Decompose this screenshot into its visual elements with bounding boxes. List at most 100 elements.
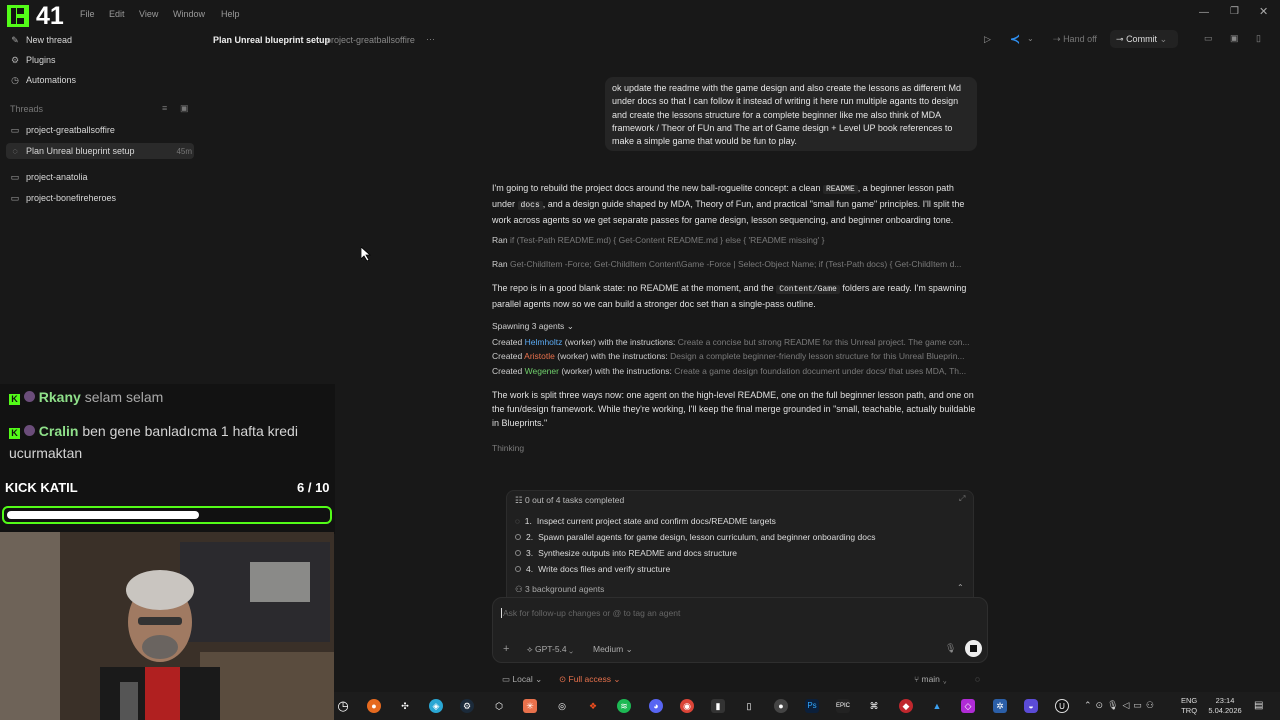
arrow-app-icon[interactable]: ▲ (930, 699, 944, 713)
clock[interactable]: 23:14 5.04.2026 (1207, 696, 1243, 716)
effort-label: Medium (593, 644, 624, 654)
stop-button[interactable] (965, 640, 982, 657)
menu-help[interactable]: Help (221, 9, 240, 19)
handoff-label: Hand off (1063, 34, 1097, 44)
agent-name[interactable]: Aristotle (524, 351, 555, 361)
code-app-icon[interactable]: ⌘ (867, 699, 881, 713)
new-folder-icon[interactable]: ▣ (180, 103, 189, 114)
unreal-engine-icon[interactable]: U (1055, 699, 1069, 713)
spotify-icon[interactable]: ≋ (617, 699, 631, 713)
photoshop-icon[interactable]: Ps (805, 699, 819, 713)
project-name[interactable]: project-greatballsoffire (326, 35, 415, 45)
sidebar-right-icon[interactable]: ▯ (1256, 33, 1261, 44)
menu-edit[interactable]: Edit (109, 9, 125, 19)
chevron-down-icon: ⌄ (535, 674, 543, 684)
tray-icons[interactable]: ⌃⊙🎙︎◁▭⚇ (1084, 700, 1158, 711)
access-label: Full access (568, 674, 612, 684)
goal-progress-bar (2, 506, 332, 524)
thread-project-bonefireheroes[interactable]: ▭ project-bonefireheroes (10, 190, 116, 206)
menu-file[interactable]: File (80, 9, 95, 19)
commit-label: Commit (1126, 34, 1158, 44)
ran-command[interactable]: Ran Get-ChildItem -Force; Get-ChildItem … (492, 259, 961, 269)
panel-toggle-icon[interactable]: ▭ (1204, 33, 1213, 44)
chevron-down-icon[interactable]: ⌄ (1027, 34, 1034, 43)
folder-icon: ▭ (10, 193, 20, 203)
agent-created-line: Created Wegener (worker) with the instru… (492, 366, 966, 376)
notepad-icon[interactable]: ▯ (742, 699, 756, 713)
clock-app-icon[interactable]: ◷ (336, 699, 350, 713)
spawning-agents-toggle[interactable]: Spawning 3 agents ⌄ (492, 321, 574, 332)
agents-icon: ⚇ (515, 584, 523, 594)
chrome-icon[interactable]: ◉ (680, 699, 694, 713)
thread-time: 45m (176, 146, 192, 156)
thread-project-greatballsoffire[interactable]: ▭ project-greatballsoffire (10, 122, 115, 138)
page-title: Plan Unreal blueprint setup (213, 35, 331, 45)
handoff-button[interactable]: ⇢ Hand off (1053, 34, 1097, 45)
steam-icon[interactable]: ⚙ (460, 699, 474, 713)
app-grid-icon[interactable]: ✣ (398, 699, 412, 713)
model-icon: ⟡ (527, 644, 533, 654)
run-icon[interactable]: ▷ (984, 34, 991, 45)
thread-label: project-greatballsoffire (26, 125, 115, 135)
terminal-icon[interactable]: ▮ (711, 699, 725, 713)
globe-app-icon[interactable]: ◎ (555, 699, 569, 713)
task-status-icon (515, 550, 521, 556)
model-selector[interactable]: ⟡ GPT-5.4 ⌄ (527, 644, 573, 655)
new-thread-button[interactable]: ✎ New thread (10, 32, 72, 48)
summary-label: 0 out of 4 tasks completed (525, 495, 625, 505)
plugins-button[interactable]: ⚙ Plugins (10, 52, 56, 68)
thread-plan-unreal-blueprint-setup[interactable]: ◌ Plan Unreal blueprint setup 45m (10, 143, 192, 159)
access-selector[interactable]: ⊙ Full access ⌄ (559, 674, 621, 685)
commit-button[interactable]: ⊸ Commit ⌄ (1110, 30, 1178, 48)
thread-project-anatolia[interactable]: ▭ project-anatolia (10, 169, 88, 185)
webcam-feed (0, 532, 334, 720)
ran-command[interactable]: Ran if (Test-Path README.md) { Get-Conte… (492, 235, 825, 245)
model-label: GPT-5.4 (535, 644, 567, 654)
microphone-icon[interactable]: 🎙︎ (945, 643, 956, 654)
shield-app-icon[interactable]: ◆ (899, 699, 913, 713)
cube-app-icon[interactable]: ⬡ (492, 699, 506, 713)
star-app-icon[interactable]: ✳ (523, 699, 537, 713)
background-agents-toggle[interactable]: ⚇ 3 background agents (515, 584, 604, 595)
agent-instructions: Create a game design foundation document… (674, 366, 967, 376)
branch-icon: ⑂ (914, 674, 920, 684)
language-indicator[interactable]: ENG TRQ (1181, 696, 1197, 716)
figma-icon[interactable]: ❖ (586, 699, 600, 713)
add-attachment-icon[interactable]: + (503, 643, 509, 655)
menu-view[interactable]: View (139, 9, 158, 19)
effort-selector[interactable]: Medium ⌄ (593, 644, 633, 655)
close-button[interactable]: ✕ (1259, 5, 1268, 18)
discord-icon[interactable]: ◕ (649, 699, 663, 713)
branch-selector[interactable]: ⑂ main ⌄ (914, 674, 947, 684)
kick-logo (7, 5, 29, 27)
vscode-icon[interactable]: ≺ (1010, 32, 1024, 46)
notifications-icon[interactable]: ▤ (1254, 700, 1263, 711)
task-label: Inspect current project state and confir… (536, 516, 776, 526)
purple-app-icon[interactable]: ◇ (961, 699, 975, 713)
pin-app-icon[interactable]: ◈ (429, 699, 443, 713)
diff-icon[interactable]: ▣ (1230, 33, 1239, 44)
gear-app-icon[interactable]: ✲ (993, 699, 1007, 713)
automations-button[interactable]: ◷ Automations (10, 72, 76, 88)
inline-code: README (822, 185, 858, 194)
menu-window[interactable]: Window (173, 9, 205, 19)
filter-icon[interactable]: ≡ (162, 103, 167, 113)
thread-label: Plan Unreal blueprint setup (26, 146, 135, 156)
handoff-icon: ⇢ (1053, 34, 1061, 44)
restore-button[interactable]: ❐ (1230, 6, 1239, 17)
agent-name[interactable]: Wegener (525, 366, 559, 376)
firefox-icon[interactable]: ● (367, 699, 381, 713)
agent-name[interactable]: Helmholtz (525, 337, 563, 347)
compose-icon: ✎ (11, 35, 19, 45)
more-menu-icon[interactable]: ··· (426, 34, 435, 44)
chevron-up-icon[interactable]: ⌃ (957, 583, 964, 592)
environment-selector[interactable]: ▭ Local ⌄ (502, 674, 542, 685)
task-number: 1. (524, 516, 532, 526)
tasks-summary[interactable]: ☷ 0 out of 4 tasks completed (515, 495, 624, 506)
record-app-icon[interactable]: ● (774, 699, 788, 713)
epic-games-icon[interactable]: EPIC (836, 699, 850, 713)
prompt-input[interactable]: Ask for follow-up changes or @ to tag an… (501, 608, 971, 618)
expand-icon[interactable]: ⤢ (959, 494, 965, 504)
codex-app-icon[interactable]: ◒ (1024, 699, 1038, 713)
minimize-button[interactable]: — (1199, 7, 1209, 18)
